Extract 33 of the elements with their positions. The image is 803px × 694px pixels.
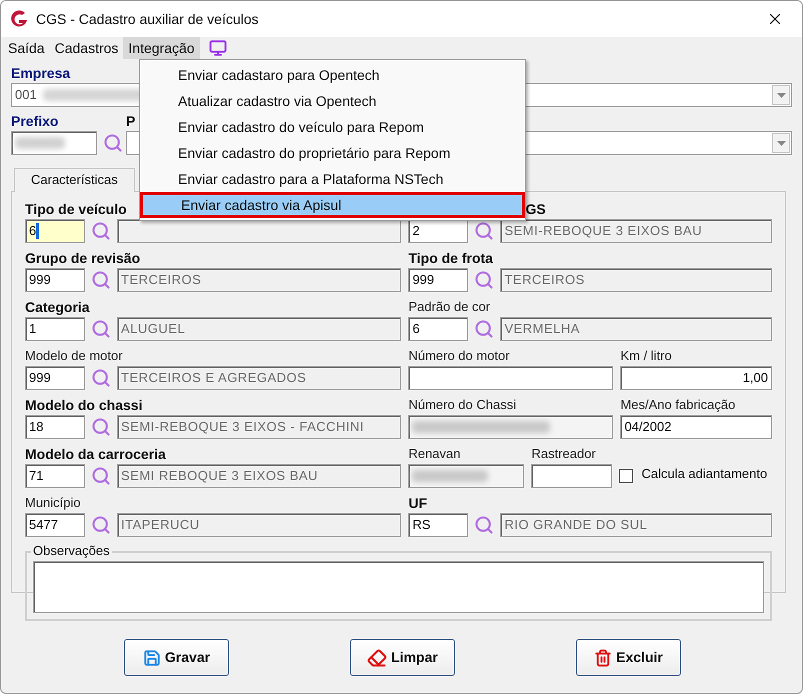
field-label: Empresa [11,65,70,81]
description-field: ALUGUEL [117,317,402,341]
field-label: Renavan [408,446,460,462]
description-field: VERMELHA [500,317,772,341]
field-label: Número do Chassi [408,397,516,413]
field-label: Modelo de motor [25,348,123,364]
description-field: RIO GRANDE DO SUL [500,513,772,537]
field-label: Categoria [25,299,90,315]
window-title: CGS - Cadastro auxiliar de veículos [36,10,259,28]
field-label: Modelo da carroceria [25,446,166,462]
description-field: SEMI-REBOQUE 3 EIXOS - FACCHINI [117,415,402,439]
description-field: SEMI REBOQUE 3 EIXOS BAU [117,464,402,488]
description-field: TERCEIROS E AGREGADOS [117,366,402,390]
field-label: Rastreador [531,446,596,462]
field-label: GS [525,201,546,217]
field-label: Modelo do chassi [25,397,142,413]
checkbox-label: Calcula adiantamento [641,464,768,482]
field-label: Tipo de veículo [25,201,127,217]
field-label: UF [408,495,428,511]
field-label: Mes/Ano fabricação [620,397,736,413]
field-label: Padrão de cor [408,299,490,315]
field-label: Número do motor [408,348,510,364]
description-field: TERCEIROS [117,268,402,292]
group-label: Observações [31,543,112,559]
description-field: SEMI-REBOQUE 3 EIXOS BAU [500,219,772,243]
field-label: Tipo de frota [408,250,493,266]
description-field: ITAPERUCU [117,513,402,537]
description-field: TERCEIROS [500,268,772,292]
field-label: Município [25,495,81,511]
field-label: P [126,113,136,129]
field-label: Grupo de revisão [25,250,140,266]
field-label: Prefixo [11,113,58,129]
field-label: Km / litro [620,348,672,364]
